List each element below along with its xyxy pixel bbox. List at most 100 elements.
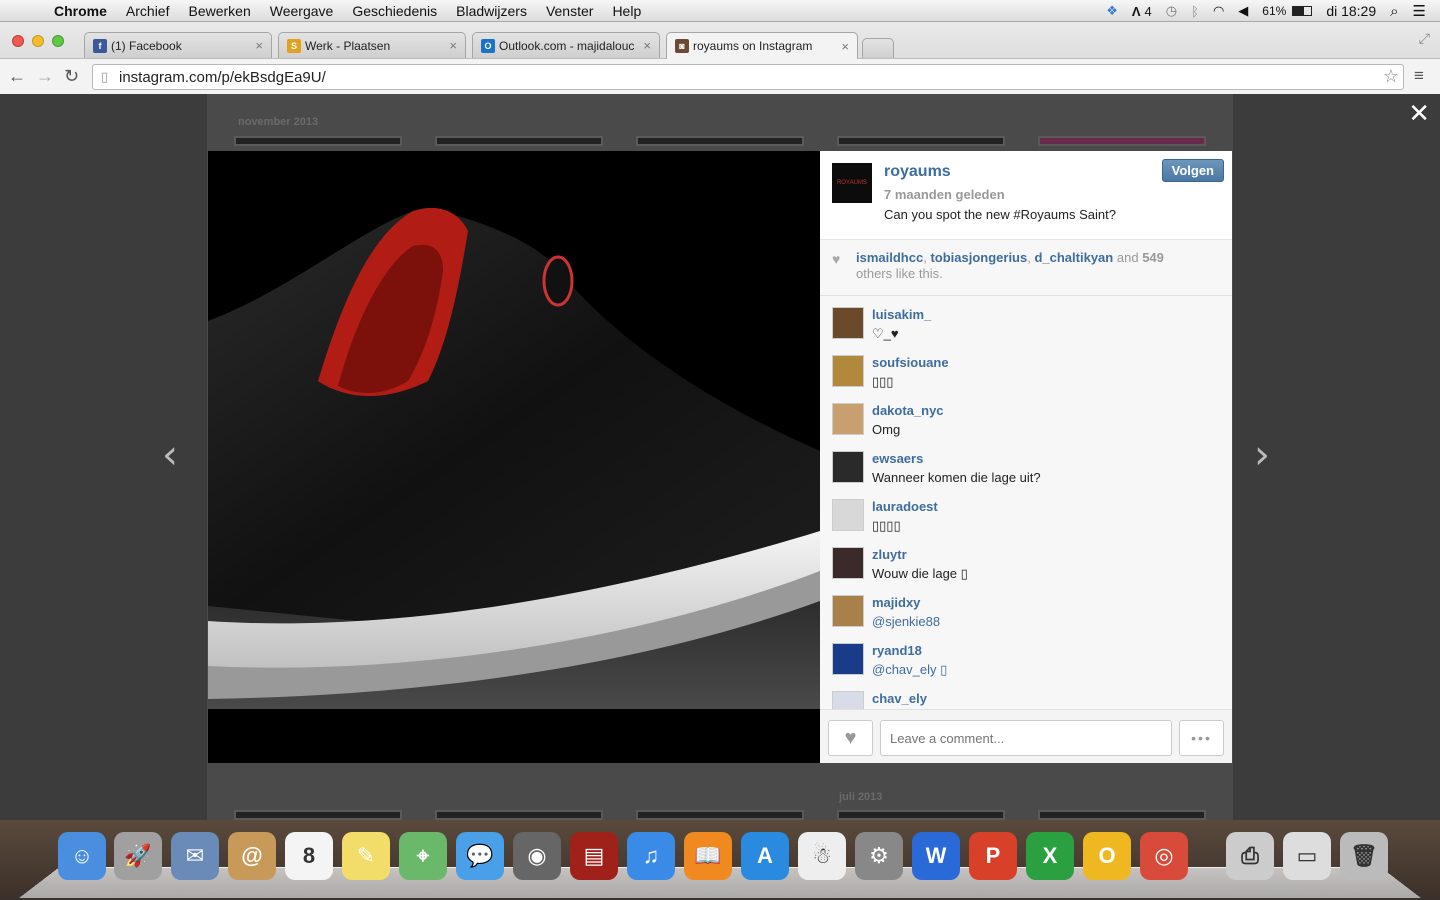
printer-icon[interactable]: ⎙ — [1226, 832, 1274, 880]
tab-werk[interactable]: S Werk - Plaatsen × — [278, 32, 466, 58]
like-button[interactable]: ♥ — [828, 720, 873, 756]
volume-icon[interactable]: ◀ — [1238, 3, 1248, 19]
new-tab-button[interactable] — [862, 38, 894, 58]
messages-icon[interactable]: 💬 — [456, 832, 504, 880]
tab-close-icon[interactable]: × — [643, 38, 651, 53]
grid-thumbnail[interactable] — [435, 810, 603, 820]
tab-outlook[interactable]: O Outlook.com - majidalouc × — [472, 32, 660, 58]
dropbox-icon[interactable]: ❖ — [1106, 3, 1118, 19]
chrome-icon[interactable]: ◎ — [1140, 832, 1188, 880]
minimize-window-button[interactable] — [32, 35, 44, 47]
grid-thumbnail[interactable] — [636, 810, 804, 820]
avatar[interactable]: ROYAUMS — [832, 163, 872, 203]
contacts-icon[interactable]: @ — [228, 832, 276, 880]
likes-count[interactable]: 549 — [1142, 250, 1164, 265]
commenter-avatar[interactable] — [832, 643, 864, 675]
tab-close-icon[interactable]: × — [449, 38, 457, 53]
excel-icon[interactable]: X — [1026, 832, 1074, 880]
time-machine-icon[interactable]: ◷ — [1166, 3, 1177, 19]
launchpad-icon[interactable]: 🚀 — [114, 832, 162, 880]
powerpoint-icon[interactable]: P — [969, 832, 1017, 880]
close-lightbox-icon[interactable]: ✕ — [1408, 98, 1430, 129]
commenter-avatar[interactable] — [832, 547, 864, 579]
battery-icon[interactable] — [1292, 6, 1313, 16]
grid-thumbnail[interactable] — [837, 136, 1005, 146]
follow-button[interactable]: Volgen — [1161, 159, 1224, 182]
commenter-avatar[interactable] — [832, 691, 864, 709]
wifi-icon[interactable]: ◠ — [1213, 3, 1224, 19]
chrome-menu-icon[interactable]: ≡ — [1414, 66, 1424, 86]
previous-photo-icon[interactable]: ‹ — [162, 432, 178, 478]
spotlight-icon[interactable]: ⌕ — [1390, 3, 1398, 20]
back-button[interactable]: ← — [8, 66, 26, 87]
itunes-icon[interactable]: ♫ — [627, 832, 675, 880]
reload-button[interactable]: ↻ — [64, 66, 79, 87]
grid-thumbnail[interactable] — [1038, 136, 1206, 146]
commenter-username[interactable]: lauradoest — [872, 499, 938, 514]
notification-center-icon[interactable]: ☰ — [1413, 2, 1426, 20]
menu-archief[interactable]: Archief — [126, 3, 170, 19]
comment-mention-link[interactable]: @chav_ely ▯ — [872, 662, 947, 678]
commenter-avatar[interactable] — [832, 451, 864, 483]
commenter-username[interactable]: ewsaers — [872, 451, 923, 466]
facetime-icon[interactable]: ◉ — [513, 832, 561, 880]
grid-thumbnail[interactable] — [234, 136, 402, 146]
commenter-username[interactable]: zluytr — [872, 547, 907, 562]
post-username[interactable]: royaums — [884, 163, 951, 181]
commenter-username[interactable]: chav_ely — [872, 691, 927, 706]
appstore-icon[interactable]: A — [741, 832, 789, 880]
grid-thumbnail[interactable] — [636, 136, 804, 146]
trash-icon[interactable]: 🗑 — [1340, 832, 1388, 880]
liker-link[interactable]: ismaildhcc — [856, 250, 923, 265]
close-window-button[interactable] — [12, 35, 24, 47]
commenter-avatar[interactable] — [832, 307, 864, 339]
zoom-window-button[interactable] — [52, 35, 64, 47]
finder-icon[interactable]: ☺ — [58, 832, 106, 880]
notes-icon[interactable]: ✎ — [342, 832, 390, 880]
grid-thumbnail[interactable] — [1038, 810, 1206, 820]
grid-thumbnail[interactable] — [837, 810, 1005, 820]
tab-facebook[interactable]: f (1) Facebook × — [84, 32, 272, 58]
grid-thumbnail[interactable] — [435, 136, 603, 146]
post-photo[interactable] — [208, 151, 820, 763]
outlook-icon[interactable]: O — [1083, 832, 1131, 880]
clock[interactable]: di 18:29 — [1326, 3, 1376, 19]
menu-app-name[interactable]: Chrome — [54, 3, 107, 19]
bluetooth-icon[interactable]: ᛒ — [1191, 4, 1199, 19]
liker-link[interactable]: tobiasjongerius — [930, 250, 1027, 265]
battery-percentage[interactable]: 61% — [1262, 4, 1286, 18]
address-bar[interactable]: ▯ instagram.com/p/ekBsdgEa9U/ ☆ — [92, 64, 1404, 90]
comment-list[interactable]: luisakim_ ♡_♥ soufsiouane ▯▯▯ dakota_nyc… — [820, 297, 1232, 709]
commenter-username[interactable]: luisakim_ — [872, 307, 931, 322]
commenter-avatar[interactable] — [832, 403, 864, 435]
comment-input[interactable] — [880, 720, 1172, 756]
commenter-avatar[interactable] — [832, 595, 864, 627]
document-stack-icon[interactable]: ▭ — [1283, 832, 1331, 880]
liker-link[interactable]: d_chaltikyan — [1034, 250, 1113, 265]
mail-icon[interactable]: ✉ — [171, 832, 219, 880]
tab-close-icon[interactable]: × — [255, 38, 263, 53]
more-options-button[interactable]: ••• — [1179, 720, 1224, 756]
photobooth-icon[interactable]: ▤ — [570, 832, 618, 880]
calendar-icon[interactable]: 8 — [285, 832, 333, 880]
menu-bewerken[interactable]: Bewerken — [188, 3, 250, 19]
menu-bladwijzers[interactable]: Bladwijzers — [456, 3, 527, 19]
commenter-username[interactable]: majidxy — [872, 595, 920, 610]
bookmark-star-icon[interactable]: ☆ — [1383, 66, 1399, 87]
system-preferences-icon[interactable]: ⚙ — [855, 832, 903, 880]
commenter-username[interactable]: soufsiouane — [872, 355, 949, 370]
menu-help[interactable]: Help — [612, 3, 641, 19]
commenter-username[interactable]: ryand18 — [872, 643, 922, 658]
menu-weergave[interactable]: Weergave — [270, 3, 334, 19]
word-icon[interactable]: W — [912, 832, 960, 880]
grid-thumbnail[interactable] — [234, 810, 402, 820]
forward-button[interactable]: → — [36, 66, 54, 87]
commenter-username[interactable]: dakota_nyc — [872, 403, 944, 418]
comment-mention-link[interactable]: @sjenkie88 — [872, 614, 940, 629]
commenter-avatar[interactable] — [832, 355, 864, 387]
tab-instagram[interactable]: ◙ royaums on Instagram × — [666, 32, 858, 59]
fullscreen-icon[interactable]: ⤢ — [1419, 30, 1430, 47]
next-photo-icon[interactable]: › — [1254, 432, 1270, 478]
menu-geschiedenis[interactable]: Geschiedenis — [352, 3, 437, 19]
tab-close-icon[interactable]: × — [841, 39, 849, 54]
